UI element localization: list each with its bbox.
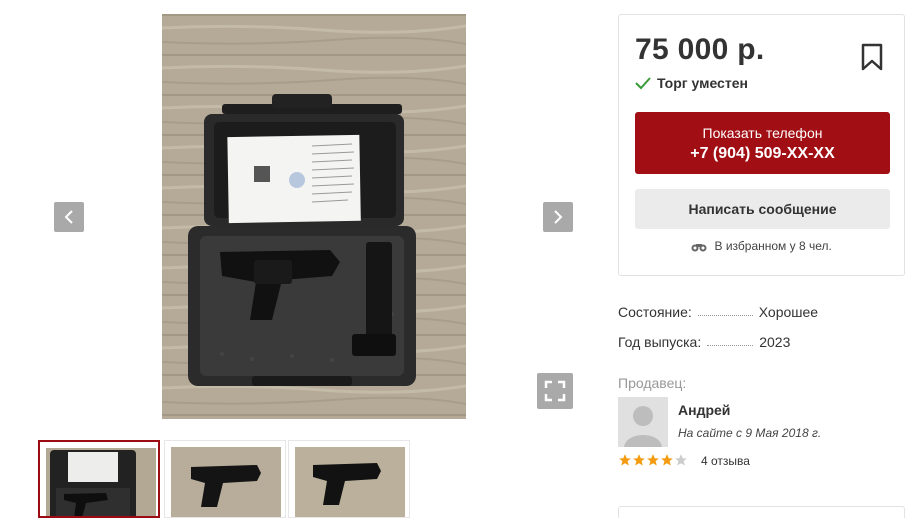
thumbnail-image xyxy=(295,447,405,517)
binoculars-icon xyxy=(691,244,707,252)
avatar[interactable] xyxy=(618,397,668,447)
pistol-case-photo xyxy=(162,14,466,419)
bookmark-icon xyxy=(861,43,883,71)
gallery-prev-button[interactable] xyxy=(54,202,84,232)
star-filled-icon xyxy=(661,454,673,466)
spec-key: Год выпуска: xyxy=(618,334,702,350)
thumbnail-image xyxy=(171,447,281,517)
thumbnail-3[interactable] xyxy=(288,440,410,518)
bookmark-button[interactable] xyxy=(860,42,884,72)
thumbnail-1[interactable] xyxy=(38,440,160,518)
show-phone-button[interactable]: Показать телефон +7 (904) 509-XX-XX xyxy=(635,112,890,174)
seller-name[interactable]: Андрей xyxy=(678,402,730,418)
chevron-left-icon xyxy=(64,210,73,224)
spec-row-condition: Состояние: Хорошее xyxy=(618,304,878,320)
reviews-link[interactable]: 4 отзыва xyxy=(701,454,750,468)
chevron-right-icon xyxy=(554,210,563,224)
main-photo[interactable] xyxy=(162,14,466,419)
seller-since: На сайте с 9 Мая 2018 г. xyxy=(678,426,822,440)
price: 75 000 р. xyxy=(635,33,765,66)
star-empty-icon xyxy=(675,454,687,466)
seller-rating xyxy=(618,453,688,467)
favorites-note: В избранном у 8 чел. xyxy=(619,239,904,253)
photo-gallery xyxy=(0,0,610,518)
price-card: 75 000 р. Торг уместен Показать телефон … xyxy=(618,14,905,276)
star-filled-icon xyxy=(633,454,645,466)
spec-value: 2023 xyxy=(759,334,791,350)
spec-dots xyxy=(707,345,754,346)
check-icon xyxy=(635,77,651,90)
spec-value: Хорошее xyxy=(758,304,819,320)
star-filled-icon xyxy=(619,454,631,466)
favorites-text: В избранном у 8 чел. xyxy=(714,239,832,253)
thumbnail-2[interactable] xyxy=(164,440,286,518)
show-phone-label: Показать телефон xyxy=(702,125,823,141)
star-filled-icon xyxy=(647,454,659,466)
bargain-text: Торг уместен xyxy=(657,75,748,91)
spec-key: Состояние: xyxy=(618,304,692,320)
send-message-button[interactable]: Написать сообщение xyxy=(635,189,890,229)
user-placeholder-icon xyxy=(618,397,668,447)
phone-number: +7 (904) 509-XX-XX xyxy=(690,145,835,162)
gallery-next-button[interactable] xyxy=(543,202,573,232)
spec-row-year: Год выпуска: 2023 xyxy=(618,334,878,350)
next-card xyxy=(618,506,905,518)
seller-label: Продавец: xyxy=(618,375,687,391)
thumbnail-image xyxy=(46,448,156,516)
spec-dots xyxy=(697,315,753,316)
fullscreen-icon xyxy=(544,380,566,402)
fullscreen-button[interactable] xyxy=(537,373,573,409)
bargain-status: Торг уместен xyxy=(635,75,748,91)
